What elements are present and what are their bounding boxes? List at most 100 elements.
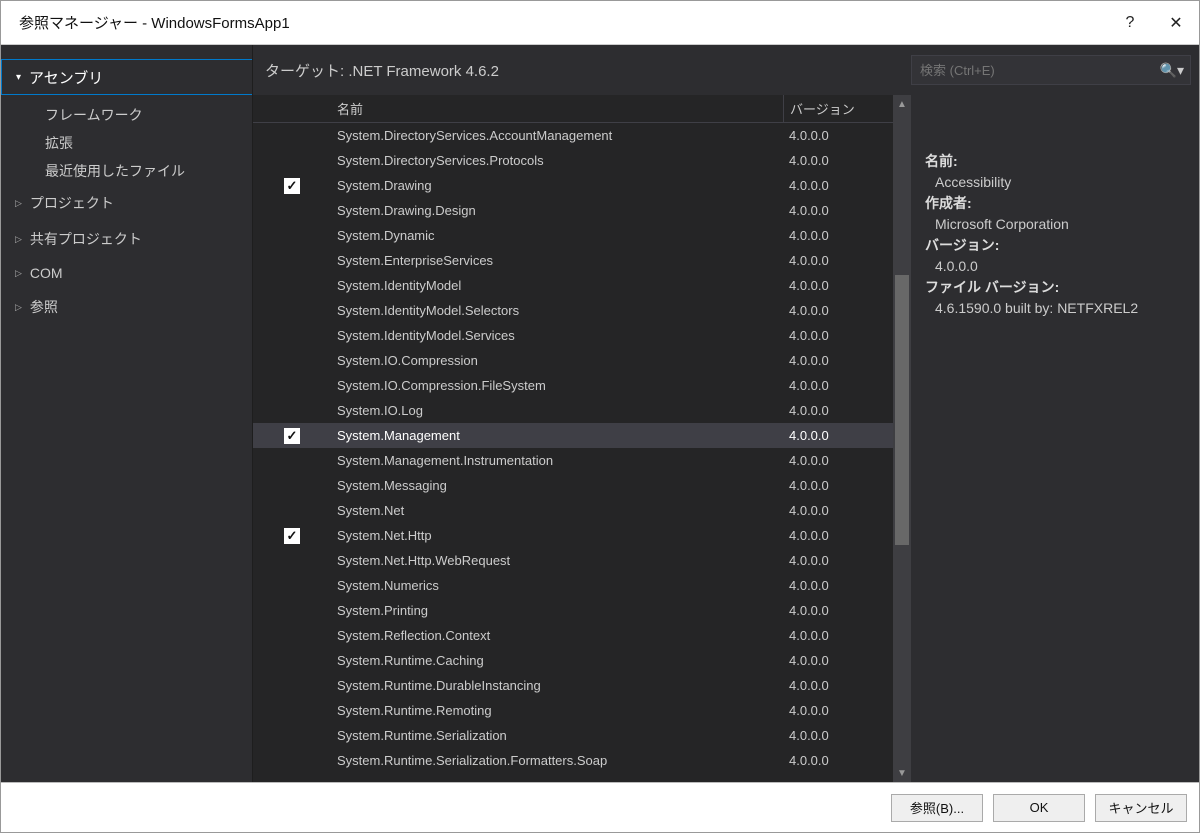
scroll-down-arrow[interactable]: ▼ — [893, 764, 911, 782]
sidebar-category[interactable]: ▷COM — [1, 257, 252, 289]
row-version: 4.0.0.0 — [783, 328, 893, 343]
row-version: 4.0.0.0 — [783, 553, 893, 568]
main-panel: ターゲット: .NET Framework 4.6.2 🔍▾ 名前 バージョン … — [253, 45, 1199, 782]
table-row[interactable]: System.IdentityModel.Services4.0.0.0 — [253, 323, 893, 348]
table-row[interactable]: System.Runtime.Remoting4.0.0.0 — [253, 698, 893, 723]
detail-version-label: バージョン: — [925, 235, 1185, 256]
column-version[interactable]: バージョン — [783, 95, 893, 122]
table-row[interactable]: System.DirectoryServices.Protocols4.0.0.… — [253, 148, 893, 173]
help-icon: ? — [1126, 14, 1135, 32]
window-title: 参照マネージャー - WindowsFormsApp1 — [19, 12, 290, 33]
sidebar-sub-item[interactable]: 拡張 — [1, 129, 252, 157]
search-input[interactable] — [920, 63, 1160, 78]
row-name: System.Runtime.Serialization — [331, 728, 783, 743]
row-version: 4.0.0.0 — [783, 703, 893, 718]
table-row[interactable]: System.IdentityModel.Selectors4.0.0.0 — [253, 298, 893, 323]
sidebar: ▾ アセンブリ フレームワーク拡張最近使用したファイル ▷プロジェクト▷共有プロ… — [1, 45, 253, 782]
table-row[interactable]: System.Runtime.DurableInstancing4.0.0.0 — [253, 673, 893, 698]
column-check[interactable] — [253, 95, 331, 122]
browse-button[interactable]: 参照(B)... — [891, 794, 983, 822]
table-row[interactable]: System.EnterpriseServices4.0.0.0 — [253, 248, 893, 273]
table-row[interactable]: System.Net.Http.WebRequest4.0.0.0 — [253, 548, 893, 573]
table-row[interactable]: System.Dynamic4.0.0.0 — [253, 223, 893, 248]
content-area: ▾ アセンブリ フレームワーク拡張最近使用したファイル ▷プロジェクト▷共有プロ… — [1, 45, 1199, 782]
table-row[interactable]: System.Runtime.Serialization4.0.0.0 — [253, 723, 893, 748]
table-row[interactable]: System.Numerics4.0.0.0 — [253, 573, 893, 598]
row-name: System.IdentityModel — [331, 278, 783, 293]
close-button[interactable]: ✕ — [1153, 1, 1199, 45]
sidebar-category[interactable]: ▷プロジェクト — [1, 185, 252, 221]
vertical-scrollbar[interactable]: ▲ ▼ — [893, 95, 911, 782]
row-name: System.Dynamic — [331, 228, 783, 243]
checkbox-checked-icon[interactable]: ✓ — [284, 178, 300, 194]
sidebar-category[interactable]: ▷共有プロジェクト — [1, 221, 252, 257]
browse-button-label: 参照(B)... — [910, 801, 964, 816]
cancel-button-label: キャンセル — [1108, 801, 1173, 816]
row-version: 4.0.0.0 — [783, 628, 893, 643]
titlebar: 参照マネージャー - WindowsFormsApp1 ? ✕ — [1, 1, 1199, 45]
chevron-right-icon: ▷ — [15, 268, 22, 279]
scroll-thumb[interactable] — [895, 275, 909, 545]
table-row[interactable]: ✓System.Drawing4.0.0.0 — [253, 173, 893, 198]
search-icon[interactable]: 🔍▾ — [1160, 62, 1184, 79]
row-version: 4.0.0.0 — [783, 353, 893, 368]
grid-area: 名前 バージョン System.DirectoryServices.Accoun… — [253, 95, 1199, 782]
table-row[interactable]: ✓System.Net.Http4.0.0.0 — [253, 523, 893, 548]
row-name: System.Runtime.Serialization.Formatters.… — [331, 753, 783, 768]
sidebar-sub-item[interactable]: フレームワーク — [1, 101, 252, 129]
top-row: ターゲット: .NET Framework 4.6.2 🔍▾ — [253, 45, 1199, 95]
assembly-grid: 名前 バージョン System.DirectoryServices.Accoun… — [253, 95, 893, 782]
table-row[interactable]: System.Net4.0.0.0 — [253, 498, 893, 523]
footer: 参照(B)... OK キャンセル — [1, 782, 1199, 832]
table-row[interactable]: System.Management.Instrumentation4.0.0.0 — [253, 448, 893, 473]
row-checkbox-cell[interactable]: ✓ — [253, 528, 331, 544]
checkbox-checked-icon[interactable]: ✓ — [284, 428, 300, 444]
row-version: 4.0.0.0 — [783, 728, 893, 743]
table-row[interactable]: System.Messaging4.0.0.0 — [253, 473, 893, 498]
row-version: 4.0.0.0 — [783, 128, 893, 143]
table-row[interactable]: System.DirectoryServices.AccountManageme… — [253, 123, 893, 148]
row-name: System.Management — [331, 428, 783, 443]
details-panel: 名前: Accessibility 作成者: Microsoft Corpora… — [911, 95, 1199, 782]
table-row[interactable]: System.IO.Compression4.0.0.0 — [253, 348, 893, 373]
help-button[interactable]: ? — [1107, 1, 1153, 45]
cancel-button[interactable]: キャンセル — [1095, 794, 1187, 822]
row-checkbox-cell[interactable]: ✓ — [253, 428, 331, 444]
table-row[interactable]: System.Reflection.Context4.0.0.0 — [253, 623, 893, 648]
row-version: 4.0.0.0 — [783, 528, 893, 543]
row-name: System.IdentityModel.Selectors — [331, 303, 783, 318]
table-row[interactable]: ✓System.Management4.0.0.0 — [253, 423, 893, 448]
row-name: System.Runtime.DurableInstancing — [331, 678, 783, 693]
table-row[interactable]: System.Printing4.0.0.0 — [253, 598, 893, 623]
search-box[interactable]: 🔍▾ — [911, 55, 1191, 85]
sidebar-sub-item[interactable]: 最近使用したファイル — [1, 157, 252, 185]
sidebar-category-assemblies[interactable]: ▾ アセンブリ — [1, 59, 252, 95]
ok-button[interactable]: OK — [993, 794, 1085, 822]
table-row[interactable]: System.IO.Log4.0.0.0 — [253, 398, 893, 423]
row-name: System.IdentityModel.Services — [331, 328, 783, 343]
row-name: System.Reflection.Context — [331, 628, 783, 643]
row-version: 4.0.0.0 — [783, 278, 893, 293]
table-row[interactable]: System.Runtime.Caching4.0.0.0 — [253, 648, 893, 673]
table-row[interactable]: System.Runtime.Serialization.Formatters.… — [253, 748, 893, 773]
chevron-right-icon: ▷ — [15, 302, 22, 313]
target-framework-label: ターゲット: .NET Framework 4.6.2 — [265, 60, 911, 81]
row-version: 4.0.0.0 — [783, 653, 893, 668]
reference-manager-window: 参照マネージャー - WindowsFormsApp1 ? ✕ ▾ アセンブリ … — [0, 0, 1200, 833]
sidebar-category[interactable]: ▷参照 — [1, 289, 252, 325]
column-name[interactable]: 名前 — [331, 95, 783, 122]
row-name: System.Printing — [331, 603, 783, 618]
row-name: System.IO.Compression.FileSystem — [331, 378, 783, 393]
table-row[interactable]: System.IO.Compression.FileSystem4.0.0.0 — [253, 373, 893, 398]
table-row[interactable]: System.IdentityModel4.0.0.0 — [253, 273, 893, 298]
row-version: 4.0.0.0 — [783, 403, 893, 418]
row-checkbox-cell[interactable]: ✓ — [253, 178, 331, 194]
checkbox-checked-icon[interactable]: ✓ — [284, 528, 300, 544]
sidebar-category-label: 共有プロジェクト — [30, 229, 142, 249]
table-row[interactable]: System.Drawing.Design4.0.0.0 — [253, 198, 893, 223]
row-version: 4.0.0.0 — [783, 453, 893, 468]
grid-body[interactable]: System.DirectoryServices.AccountManageme… — [253, 123, 893, 782]
scroll-up-arrow[interactable]: ▲ — [893, 95, 911, 113]
row-name: System.DirectoryServices.Protocols — [331, 153, 783, 168]
row-name: System.Runtime.Remoting — [331, 703, 783, 718]
